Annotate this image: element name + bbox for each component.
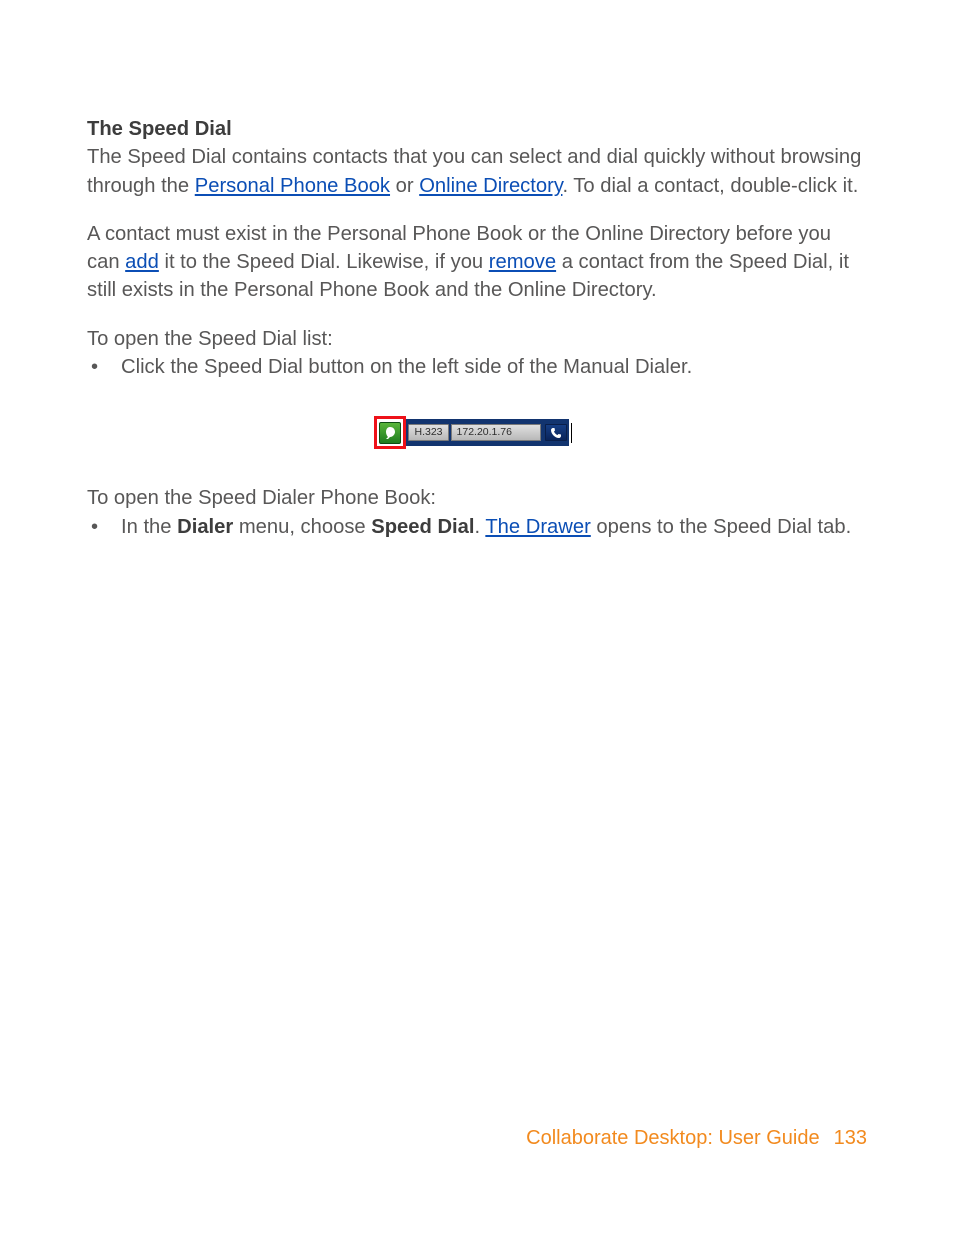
footer-title: Collaborate Desktop: User Guide bbox=[526, 1127, 819, 1149]
intro-text-3: . To dial a contact, double-click it. bbox=[562, 175, 858, 197]
content-area: The Speed Dial The Speed Dial contains c… bbox=[87, 115, 867, 541]
personal-phone-book-link[interactable]: Personal Phone Book bbox=[195, 175, 390, 197]
speed-dial-icon bbox=[383, 426, 397, 440]
bullet-text-b: menu, choose bbox=[233, 516, 371, 538]
document-page: The Speed Dial The Speed Dial contains c… bbox=[0, 0, 954, 1235]
open-list-instruction: To open the Speed Dial list: bbox=[87, 325, 867, 353]
bullet-text-a: In the bbox=[121, 516, 177, 538]
section-heading: The Speed Dial bbox=[87, 118, 232, 140]
online-directory-link[interactable]: Online Directory bbox=[419, 175, 562, 197]
page-footer: Collaborate Desktop: User Guide 133 bbox=[526, 1127, 867, 1150]
protocol-selector[interactable]: H.323 bbox=[408, 424, 448, 441]
speed-dial-menu-item: Speed Dial bbox=[371, 516, 474, 538]
page-number: 133 bbox=[834, 1127, 867, 1149]
prereq-text-2: it to the Speed Dial. Likewise, if you bbox=[159, 251, 489, 273]
bullet-text-d: opens to the Speed Dial tab. bbox=[591, 516, 851, 538]
text-cursor bbox=[571, 423, 572, 443]
bullet-text-c: . bbox=[474, 516, 485, 538]
remove-link[interactable]: remove bbox=[489, 251, 556, 273]
list-item: In the Dialer menu, choose Speed Dial. T… bbox=[87, 513, 867, 541]
intro-paragraph: The Speed Dial contains contacts that yo… bbox=[87, 143, 867, 200]
speed-dial-button[interactable] bbox=[379, 422, 401, 444]
address-value: 172.20.1.76 bbox=[457, 425, 512, 440]
intro-text-2: or bbox=[390, 175, 419, 197]
list-item: Click the Speed Dial button on the left … bbox=[87, 353, 867, 381]
address-input[interactable]: 172.20.1.76 bbox=[451, 424, 541, 441]
dialer-screenshot: H.323 172.20.1.76 bbox=[87, 416, 867, 449]
the-drawer-link[interactable]: The Drawer bbox=[485, 516, 590, 538]
prerequisite-paragraph: A contact must exist in the Personal Pho… bbox=[87, 220, 867, 305]
speed-dial-button-highlight bbox=[374, 416, 406, 449]
phone-icon bbox=[550, 427, 562, 439]
protocol-label: H.323 bbox=[414, 425, 442, 440]
add-link[interactable]: add bbox=[125, 251, 159, 273]
manual-dialer-bar: H.323 172.20.1.76 bbox=[406, 419, 568, 446]
call-button[interactable] bbox=[545, 424, 567, 441]
bullet-text: Click the Speed Dial button on the left … bbox=[121, 356, 692, 378]
dialer-menu-name: Dialer bbox=[177, 516, 233, 538]
open-phonebook-instruction: To open the Speed Dialer Phone Book: bbox=[87, 484, 867, 512]
